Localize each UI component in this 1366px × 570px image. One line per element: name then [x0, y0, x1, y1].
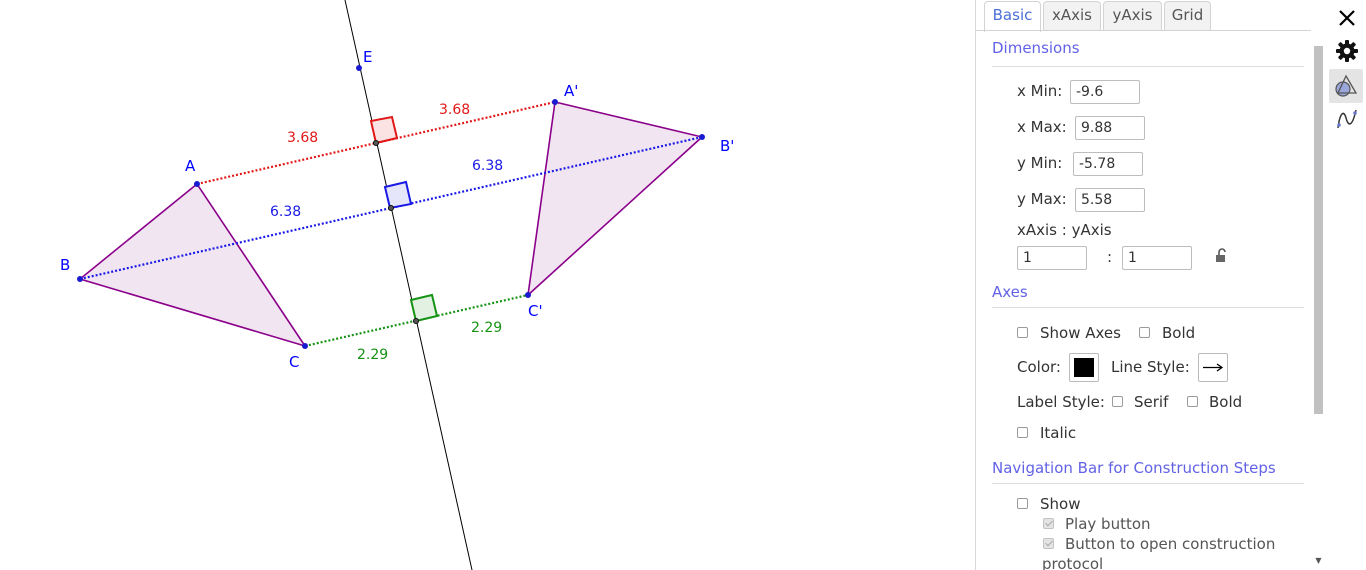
- xmin-label: x Min:: [1017, 82, 1063, 100]
- axes-heading: Axes: [992, 283, 1028, 301]
- gear-icon[interactable]: [1334, 38, 1360, 64]
- length-green-right: 2.29: [471, 320, 502, 336]
- right-angle-green: [409, 293, 439, 323]
- length-red-left: 3.68: [287, 130, 318, 146]
- show-axes-label: Show Axes: [1040, 324, 1121, 342]
- serif-checkbox[interactable]: [1112, 396, 1123, 407]
- axes-color-button[interactable]: [1069, 353, 1099, 382]
- mirror-line[interactable]: [344, 0, 473, 570]
- tab-yaxis[interactable]: yAxis: [1103, 1, 1162, 30]
- color-swatch: [1074, 358, 1094, 377]
- ratio-x-input[interactable]: 1: [1017, 246, 1087, 270]
- basic-tab-content: Dimensions x Min: -9.6 x Max: 9.88 y Min…: [982, 31, 1312, 570]
- tab-grid[interactable]: Grid: [1164, 1, 1211, 30]
- close-icon[interactable]: [1334, 5, 1360, 31]
- show-navbar-label: Show: [1040, 495, 1081, 513]
- play-button-label: Play button: [1065, 515, 1151, 533]
- italic-checkbox[interactable]: [1017, 427, 1028, 438]
- tab-xaxis[interactable]: xAxis: [1043, 1, 1101, 30]
- length-blue-left: 6.38: [270, 204, 301, 220]
- label-e: E: [363, 48, 372, 66]
- point-a-prime[interactable]: [552, 99, 558, 105]
- line-style-button[interactable]: [1198, 353, 1228, 382]
- view-sidebar: [1327, 0, 1366, 570]
- show-navbar-checkbox[interactable]: [1017, 498, 1028, 509]
- foot-point-green[interactable]: [412, 317, 419, 324]
- label-a-prime: A': [564, 82, 578, 100]
- label-c: C: [289, 353, 299, 371]
- point-e[interactable]: [356, 65, 362, 71]
- show-axes-checkbox[interactable]: [1017, 327, 1028, 338]
- bold-axes-checkbox[interactable]: [1139, 327, 1150, 338]
- point-b[interactable]: [77, 276, 83, 282]
- open-protocol-label-cont: protocol: [1042, 555, 1104, 570]
- bold-label-checkbox[interactable]: [1187, 396, 1198, 407]
- play-button-checkbox[interactable]: [1043, 518, 1054, 529]
- length-blue-right: 6.38: [472, 158, 503, 174]
- open-protocol-label: Button to open construction: [1065, 535, 1276, 553]
- label-b: B: [60, 256, 70, 274]
- ratio-y-input[interactable]: 1: [1122, 246, 1192, 270]
- ratio-separator: :: [1107, 248, 1113, 266]
- tab-basic[interactable]: Basic: [984, 1, 1041, 32]
- label-c-prime: C': [528, 302, 543, 320]
- xmax-input[interactable]: 9.88: [1075, 116, 1145, 140]
- tab-bar: Basic xAxis yAxis Grid: [976, 0, 1327, 32]
- label-style-label: Label Style:: [1017, 393, 1105, 411]
- dimensions-heading: Dimensions: [992, 39, 1080, 57]
- lock-icon[interactable]: [1214, 247, 1230, 265]
- divider: [992, 66, 1304, 67]
- length-red-right: 3.68: [439, 102, 470, 118]
- point-a[interactable]: [194, 181, 200, 187]
- graphics-view[interactable]: E A B C A' B' C' 3.68 3.68 6.38 6.38 2.2…: [0, 0, 975, 570]
- ymin-input[interactable]: -5.78: [1073, 152, 1143, 176]
- right-angle-blue: [383, 180, 413, 210]
- navigation-bar-heading: Navigation Bar for Construction Steps: [992, 459, 1276, 477]
- ymax-input[interactable]: 5.58: [1075, 188, 1145, 212]
- label-b-prime: B': [720, 137, 734, 155]
- line-style-label: Line Style:: [1111, 358, 1190, 376]
- scrollbar-thumb[interactable]: [1314, 46, 1323, 414]
- construction-canvas[interactable]: E A B C A' B' C' 3.68 3.68 6.38 6.38 2.2…: [0, 0, 975, 570]
- settings-panel: Basic xAxis yAxis Grid Dimensions x Min:…: [975, 0, 1326, 570]
- italic-label: Italic: [1040, 424, 1077, 442]
- scroll-down-arrow-icon[interactable]: ▼: [1311, 556, 1326, 566]
- foot-point-red[interactable]: [372, 139, 379, 146]
- triangle-abc-prime[interactable]: [526, 101, 704, 298]
- point-c[interactable]: [302, 343, 308, 349]
- axes-color-label: Color:: [1017, 358, 1061, 376]
- point-c-prime[interactable]: [525, 292, 531, 298]
- xmax-label: x Max:: [1017, 118, 1067, 136]
- xmin-input[interactable]: -9.6: [1070, 80, 1140, 104]
- open-protocol-checkbox[interactable]: [1043, 538, 1054, 549]
- divider: [992, 483, 1304, 484]
- ymax-label: y Max:: [1017, 190, 1067, 208]
- divider: [992, 307, 1304, 308]
- bold-axes-label: Bold: [1162, 324, 1196, 342]
- arrow-line-icon: [1203, 363, 1224, 372]
- bold-label-label: Bold: [1209, 393, 1243, 411]
- point-b-prime[interactable]: [699, 134, 705, 140]
- serif-label: Serif: [1134, 393, 1169, 411]
- right-angle-red: [369, 115, 399, 145]
- label-a: A: [185, 157, 196, 175]
- graphics-view-icon[interactable]: [1329, 69, 1363, 103]
- ymin-label: y Min:: [1017, 154, 1063, 172]
- foot-point-blue[interactable]: [387, 204, 394, 211]
- axis-ratio-label: xAxis : yAxis: [1017, 221, 1112, 239]
- algebra-view-icon[interactable]: [1334, 106, 1360, 132]
- panel-scrollbar[interactable]: ▼: [1311, 32, 1326, 568]
- length-green-left: 2.29: [357, 347, 388, 363]
